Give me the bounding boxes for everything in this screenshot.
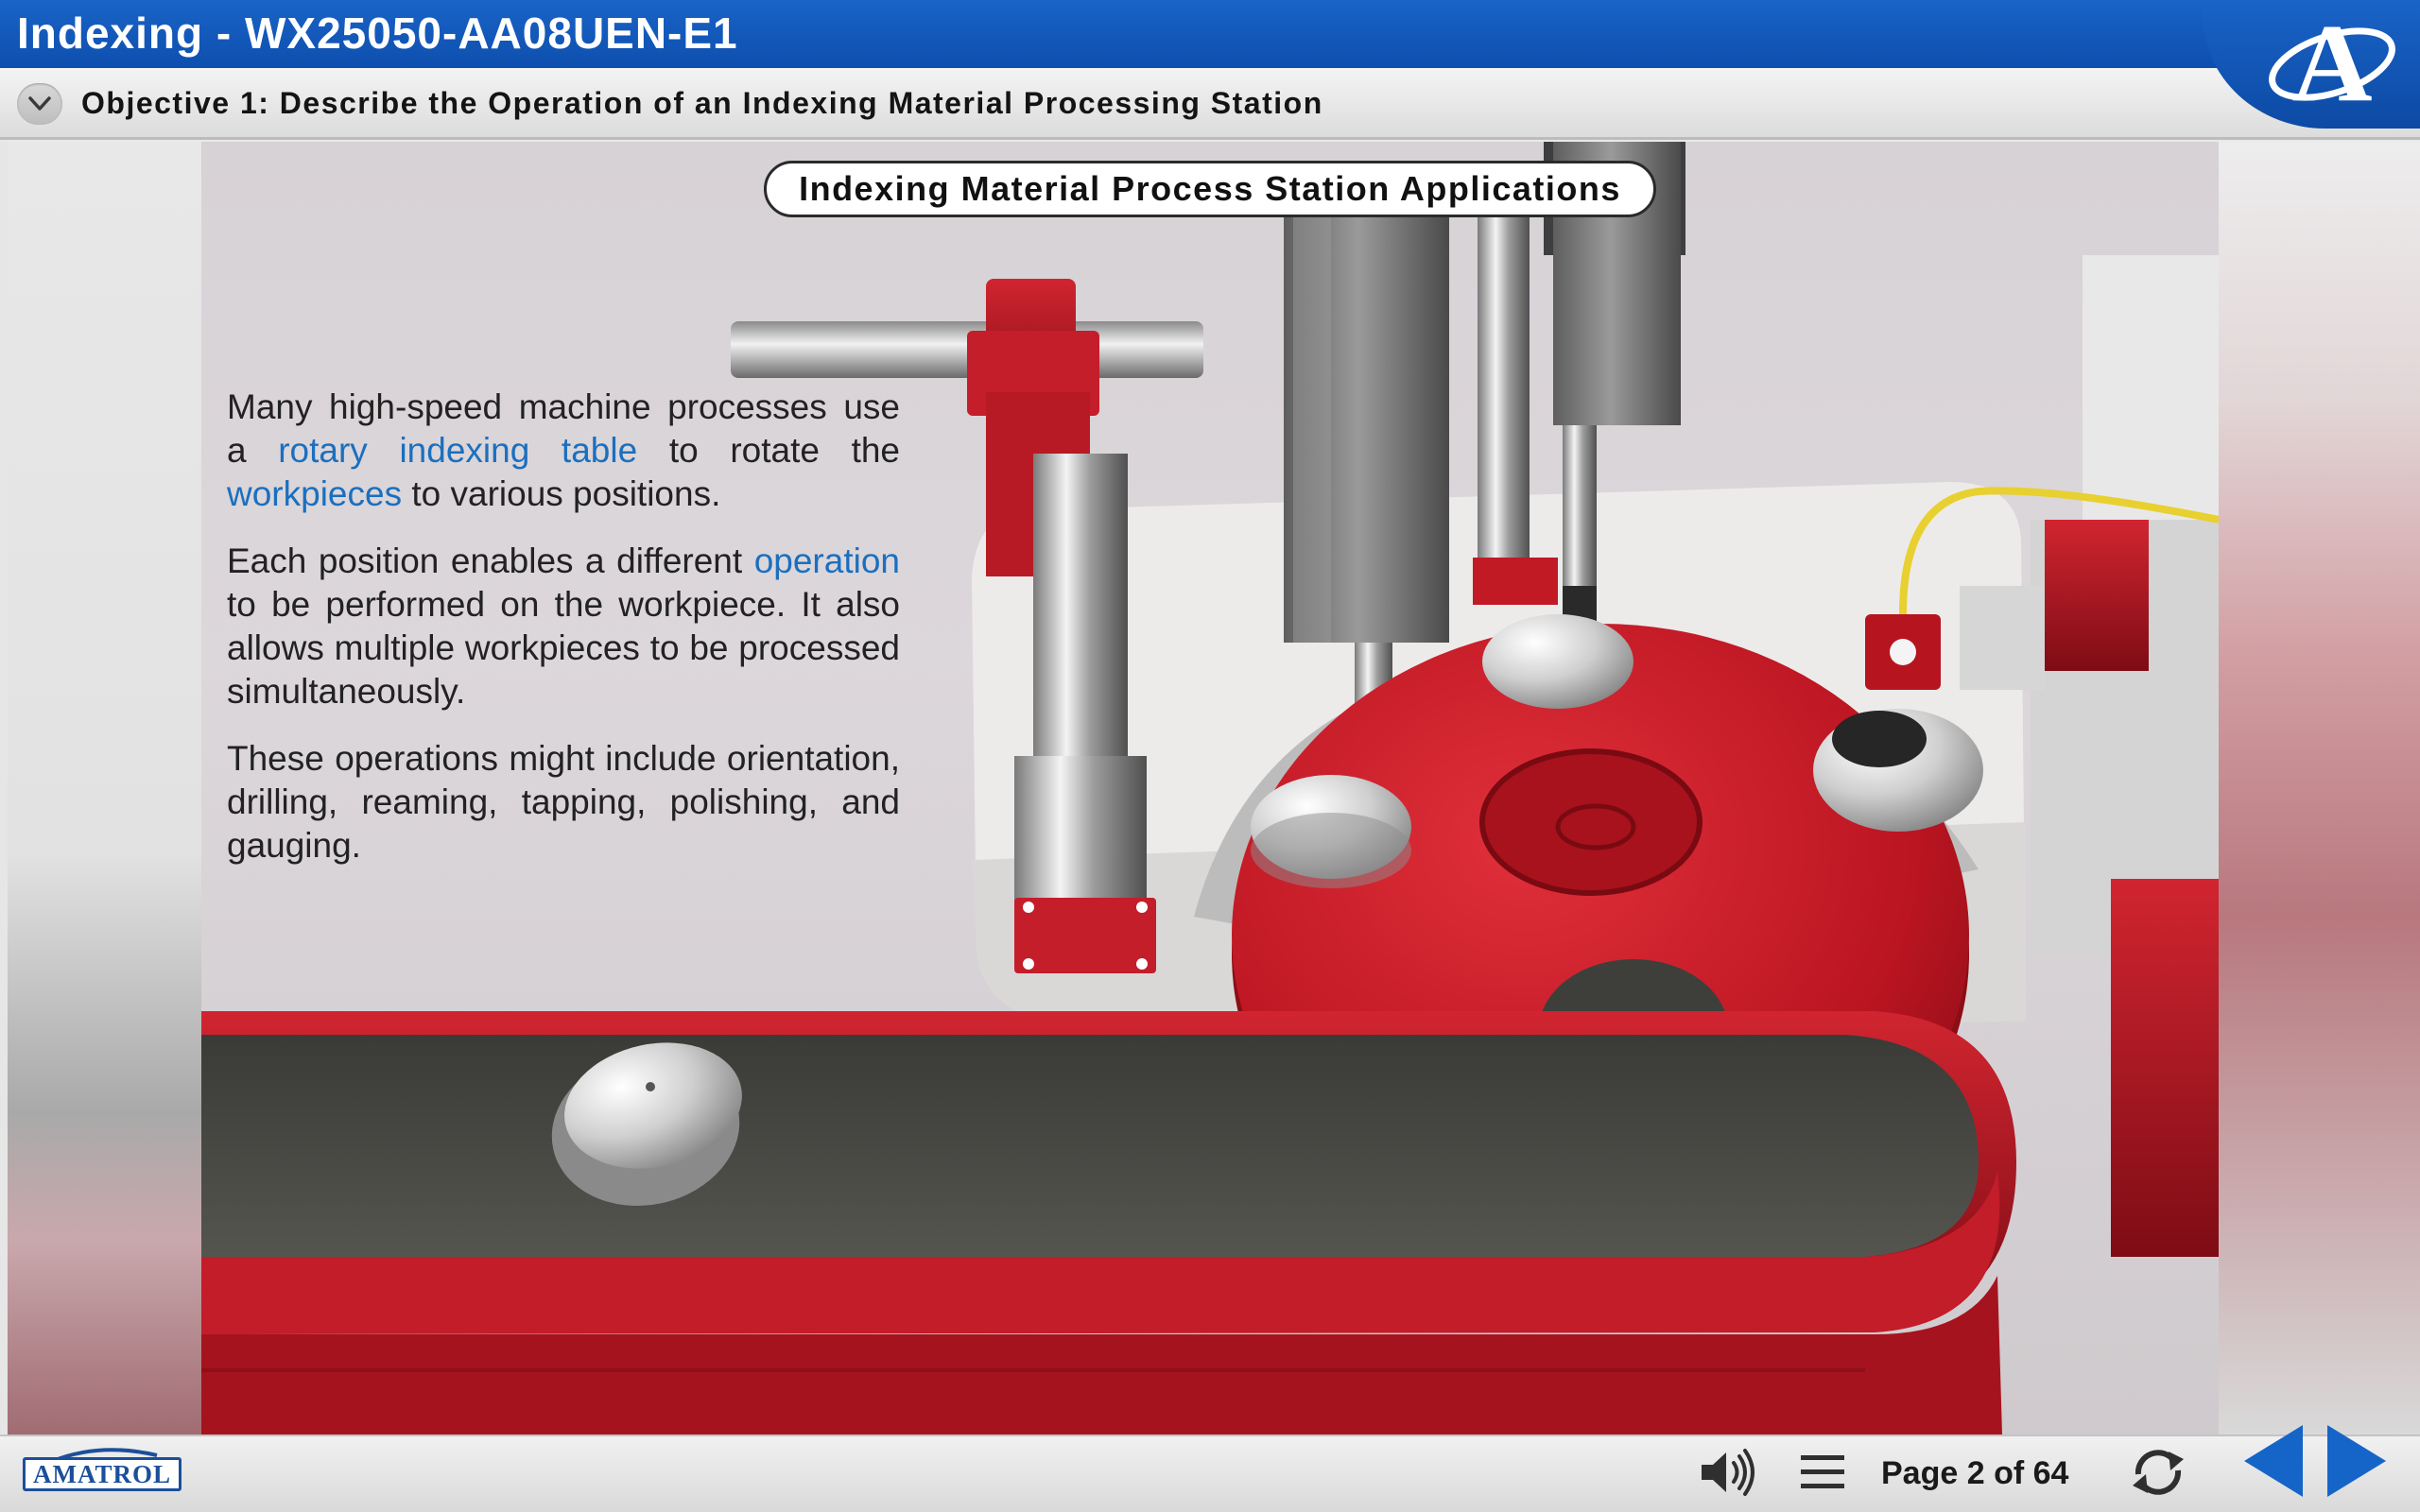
objective-bar: Objective 1: Describe the Operation of a… xyxy=(0,68,2420,140)
chevron-down-icon xyxy=(28,96,51,111)
previous-arrow-icon xyxy=(2244,1425,2303,1497)
objective-text: Objective 1: Describe the Operation of a… xyxy=(81,86,1323,120)
menu-icon xyxy=(1801,1455,1844,1488)
paragraph-1-text-b: to rotate the xyxy=(637,431,901,470)
paragraph-1: Many high-speed machine processes use a … xyxy=(227,386,900,516)
next-arrow-icon xyxy=(2327,1425,2386,1497)
title-bar: Indexing - WX25050-AA08UEN-E1 xyxy=(0,0,2420,68)
paragraph-2: Each position enables a different operat… xyxy=(227,540,900,713)
slide-title: Indexing Material Process Station Applic… xyxy=(764,161,1656,217)
volume-icon xyxy=(1702,1449,1754,1496)
right-side-panel xyxy=(2219,142,2420,1435)
objective-toggle-button[interactable] xyxy=(17,83,62,125)
paragraph-1-text-c: to various positions. xyxy=(402,474,721,513)
reload-icon xyxy=(2133,1450,2184,1495)
next-page-button[interactable] xyxy=(2324,1421,2390,1505)
paragraph-2-text-a: Each position enables a different xyxy=(227,541,754,580)
amatrol-a-logo-icon: A xyxy=(2269,6,2395,110)
paragraph-2-text-b: to be performed on the workpiece. It als… xyxy=(227,585,900,711)
body-text: Many high-speed machine processes use a … xyxy=(227,386,900,891)
amatrol-logo: AMATROL xyxy=(15,1440,182,1501)
amatrol-wordmark: AMATROL xyxy=(23,1457,182,1491)
page-indicator: Page 2 of 64 xyxy=(1881,1455,2069,1491)
menu-button[interactable] xyxy=(1799,1452,1846,1498)
link-operation[interactable]: operation xyxy=(754,541,900,580)
left-side-panel xyxy=(8,142,201,1435)
previous-page-button[interactable] xyxy=(2240,1421,2307,1505)
link-workpieces[interactable]: workpieces xyxy=(227,474,402,513)
paragraph-3: These operations might include orientati… xyxy=(227,739,900,865)
link-rotary-indexing-table[interactable]: rotary indexing table xyxy=(278,431,637,470)
reload-button[interactable] xyxy=(2127,1444,2189,1505)
logo-letter: A xyxy=(2291,6,2372,110)
volume-button[interactable] xyxy=(1698,1444,1756,1505)
course-title: Indexing - WX25050-AA08UEN-E1 xyxy=(17,9,738,58)
